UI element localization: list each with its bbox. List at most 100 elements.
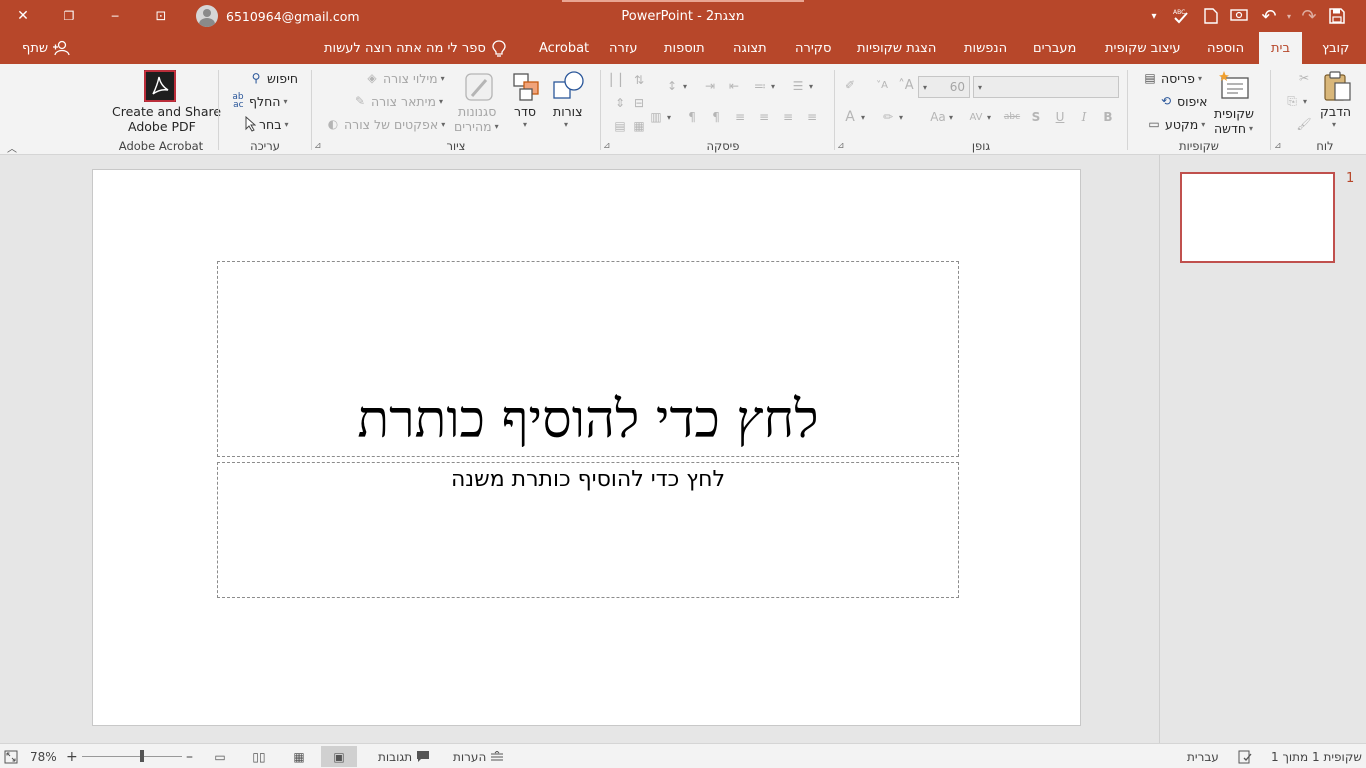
tab-animations[interactable]: הנפשות (964, 32, 1007, 64)
shape-effects-button[interactable]: ▾ אפקטים של צורה ◐ (325, 116, 445, 132)
arrange-dropdown-icon[interactable]: ▾ (523, 120, 527, 129)
replace-button[interactable]: ▾ החלף ab ac (230, 93, 287, 110)
zoom-level[interactable]: 78% (30, 744, 57, 768)
reset-button[interactable]: איפוס ⟲ (1158, 93, 1208, 109)
customize-qat-icon[interactable]: ▾ (1146, 0, 1162, 32)
increase-font-size-button[interactable]: A˄ (898, 77, 914, 93)
center-button[interactable]: ≡ (780, 109, 796, 125)
highlight-button[interactable]: ▾ ✏ (880, 109, 903, 125)
numbering-button[interactable]: ▾ ≔ (752, 78, 775, 94)
ribbon-display-options-icon[interactable]: ⊡ (138, 0, 184, 32)
undo-icon[interactable]: ↶ (1258, 0, 1280, 32)
arrange-button[interactable] (512, 72, 542, 102)
title-placeholder[interactable]: לחץ כדי להוסיף כותרת (217, 261, 959, 457)
quick-styles-button[interactable] (462, 72, 498, 104)
shape-fill-button[interactable]: ▾ מילוי צורה ◈ (364, 70, 444, 86)
slide-sorter-button[interactable]: ▦ (281, 746, 317, 767)
change-case-button[interactable]: ▾ Aa (930, 109, 953, 125)
tab-transitions[interactable]: מעברים (1033, 32, 1076, 64)
tab-design[interactable]: עיצוב שקופית (1105, 32, 1181, 64)
format-painter-button[interactable]: 🖌 (1296, 116, 1312, 132)
accessibility-icon[interactable] (1238, 744, 1252, 768)
acrobat-create-line2[interactable]: Adobe PDF (128, 119, 196, 134)
undo-dropdown-icon[interactable]: ▾ (1284, 0, 1294, 32)
collapse-ribbon-icon[interactable]: ︿ (7, 140, 17, 155)
ltr-button[interactable]: ¶ (684, 109, 700, 125)
decrease-font-size-button[interactable]: A˅ (874, 77, 890, 93)
paste-button[interactable] (1322, 70, 1352, 102)
font-color-button[interactable]: ▾ A (842, 109, 865, 125)
tab-home[interactable]: בית (1259, 32, 1302, 64)
font-size-combo[interactable]: ▾ 60 (918, 76, 970, 98)
section-button[interactable]: ▾ מקטע ▭ (1146, 116, 1205, 132)
align-right-button[interactable]: ≡ (804, 109, 820, 125)
align-text-button[interactable]: ⊟ ⇕ (612, 95, 647, 111)
clear-formatting-button[interactable]: ✐ (842, 77, 858, 93)
shapes-button[interactable] (552, 70, 586, 102)
account-area[interactable]: 6510964@gmail.com (196, 3, 360, 29)
rtl-button[interactable]: ¶ (708, 109, 724, 125)
restore-icon[interactable]: ❐ (46, 0, 92, 32)
increase-indent-button[interactable]: ⇥ (702, 78, 718, 94)
subtitle-placeholder[interactable]: לחץ כדי להוסיף כותרת משנה (217, 462, 959, 598)
char-spacing-button[interactable]: ▾ AV (968, 109, 991, 125)
status-bar: 78% + – ▭ ▯▯ ▦ ▣ תגובות הערות עברית שקופ… (0, 743, 1366, 768)
tab-help[interactable]: עזרה (609, 32, 637, 64)
shapes-dropdown-icon[interactable]: ▾ (564, 120, 568, 129)
comments-button[interactable]: תגובות (378, 744, 430, 768)
present-icon[interactable] (1228, 0, 1250, 32)
language-indicator[interactable]: עברית (1187, 744, 1219, 768)
slide-canvas[interactable]: לחץ כדי להוסיף כותרת לחץ כדי להוסיף כותר… (92, 169, 1081, 726)
acrobat-create-line1[interactable]: Create and Share (112, 104, 221, 119)
bullets-button[interactable]: ▾ ☰ (790, 78, 813, 94)
shape-outline-button[interactable]: ▾ מיתאר צורה ✎ (352, 93, 443, 109)
new-slide-button[interactable] (1218, 70, 1252, 100)
tell-me-search[interactable]: ספר לי מה אתה רוצה לעשות (324, 32, 506, 64)
redo-icon[interactable]: ↷ (1298, 0, 1320, 32)
tab-file[interactable]: קובץ (1322, 32, 1349, 64)
smartart-button[interactable]: ▦ ▤ (612, 118, 647, 134)
zoom-out-button[interactable]: – (186, 744, 193, 768)
justify-button[interactable]: ≡ (732, 109, 748, 125)
decrease-indent-button[interactable]: ⇤ (726, 78, 742, 94)
strikethrough-button[interactable]: abc (1004, 109, 1020, 125)
slideshow-view-button[interactable]: ▭ (202, 746, 238, 767)
zoom-in-button[interactable]: + (66, 744, 78, 768)
layout-button[interactable]: ▾ פריסה ▤ (1142, 70, 1202, 86)
share-button[interactable]: שתף (22, 32, 70, 64)
copy-button[interactable]: ▾ ⎘ (1284, 93, 1307, 109)
fit-slide-icon[interactable] (4, 744, 18, 768)
tab-view[interactable]: תצוגה (733, 32, 767, 64)
cut-button[interactable]: ✂ (1296, 70, 1312, 86)
save-icon[interactable] (1326, 0, 1348, 32)
tab-review[interactable]: סקירה (795, 32, 831, 64)
shadow-button[interactable]: S (1028, 109, 1044, 125)
text-direction-button[interactable]: ⇅ ▏▏ (611, 72, 647, 88)
line-spacing-button[interactable]: ▾ ↕ (664, 78, 687, 94)
underline-button[interactable]: U (1052, 109, 1068, 125)
tab-addins[interactable]: תוספות (664, 32, 705, 64)
italic-button[interactable]: I (1076, 109, 1092, 125)
tab-slideshow[interactable]: הצגת שקופיות (857, 32, 936, 64)
tab-insert[interactable]: הוספה (1207, 32, 1244, 64)
spelling-icon[interactable]: ABC (1170, 0, 1192, 32)
clipboard-launcher-icon[interactable]: ⊿ (1274, 141, 1282, 151)
close-icon[interactable]: ✕ (0, 0, 46, 32)
notes-button[interactable]: הערות (453, 744, 504, 768)
new-file-icon[interactable] (1200, 0, 1222, 32)
acrobat-pdf-button[interactable] (144, 70, 176, 102)
font-name-combo[interactable]: ▾ (973, 76, 1119, 98)
zoom-slider-track[interactable] (82, 756, 182, 757)
bold-button[interactable]: B (1100, 109, 1116, 125)
paste-dropdown-icon[interactable]: ▾ (1332, 120, 1336, 129)
normal-view-button[interactable]: ▣ (321, 746, 357, 767)
align-left-button[interactable]: ≡ (756, 109, 772, 125)
zoom-slider-thumb[interactable] (140, 750, 144, 762)
tab-acrobat[interactable]: Acrobat (539, 32, 589, 64)
minimize-icon[interactable]: ─ (92, 0, 138, 32)
reading-view-button[interactable]: ▯▯ (241, 746, 277, 767)
find-button[interactable]: חיפוש ⚲ (248, 70, 298, 86)
select-button[interactable]: ▾ בחר (244, 116, 288, 132)
columns-button[interactable]: ▾ ▥ (648, 109, 671, 125)
slide-thumbnail[interactable] (1180, 172, 1335, 263)
